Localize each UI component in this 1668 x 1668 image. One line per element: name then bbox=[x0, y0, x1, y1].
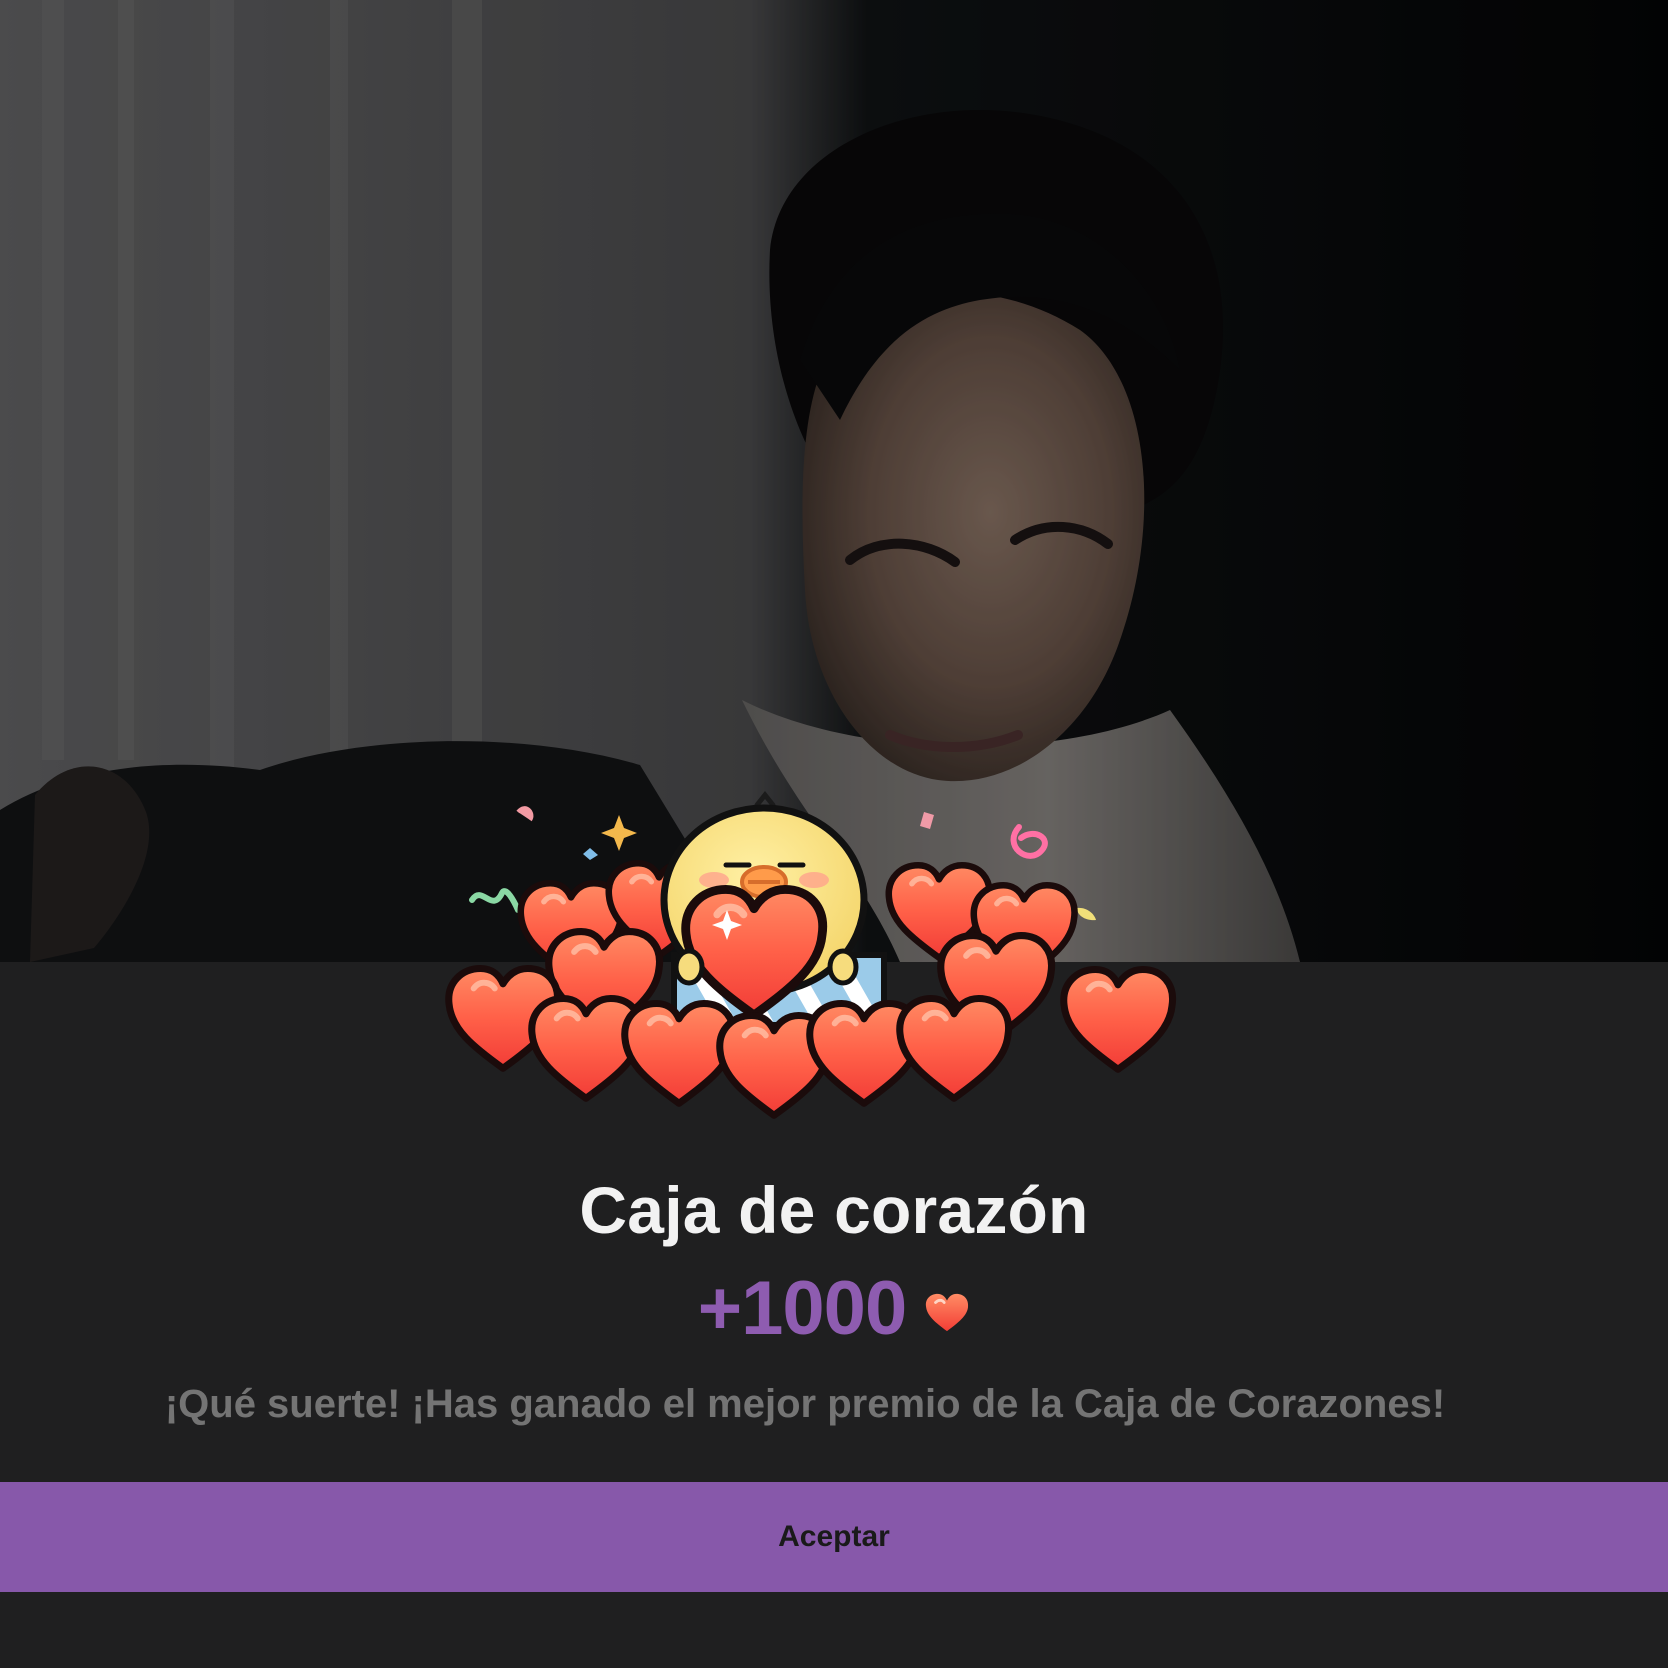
accept-button[interactable]: Aceptar bbox=[0, 1482, 1668, 1592]
heart-box-illustration bbox=[444, 790, 1164, 1120]
reward-amount-row: +1000 bbox=[0, 1266, 1668, 1352]
reward-message: ¡Qué suerte! ¡Has ganado el mejor premio… bbox=[164, 1382, 1446, 1426]
reward-title: Caja de corazón bbox=[579, 1173, 1089, 1247]
reward-popup-screen: Caja de corazón +1000 ¡Qué suerte! ¡Has … bbox=[0, 0, 1668, 1668]
heart-icon bbox=[926, 1293, 969, 1332]
reward-amount: +1000 bbox=[697, 1266, 907, 1351]
